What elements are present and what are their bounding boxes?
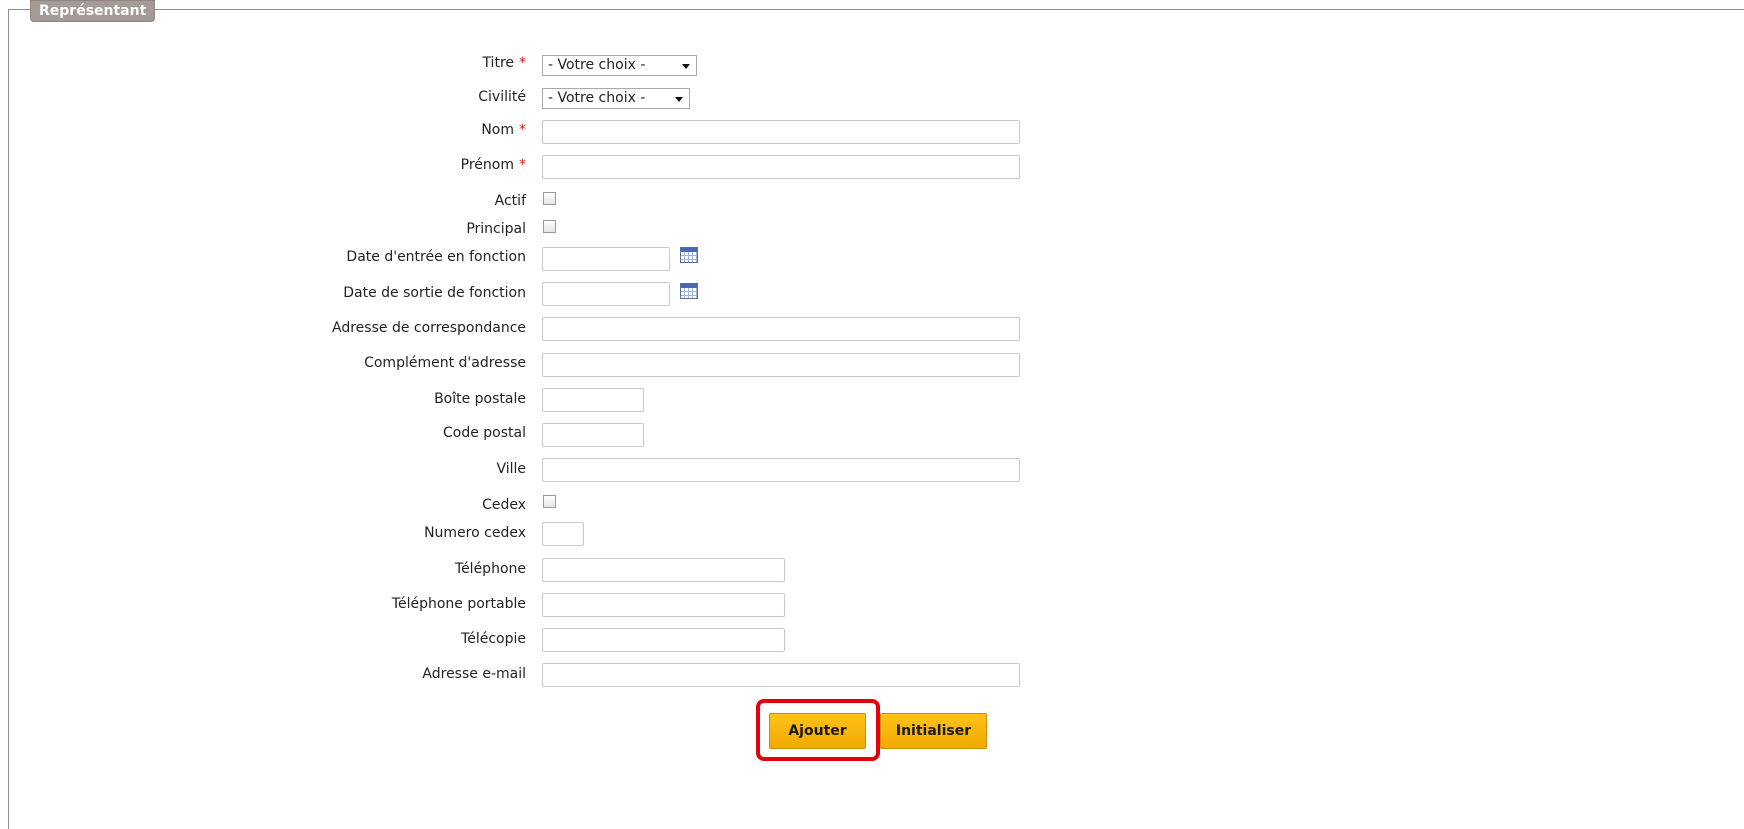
date-sortie-input[interactable] <box>542 282 670 306</box>
numero-cedex-label: Numero cedex <box>424 524 526 542</box>
prenom-label: Prénom * <box>461 156 526 174</box>
complement-label: Complément d'adresse <box>364 354 526 372</box>
cedex-label: Cedex <box>482 496 526 514</box>
date-entree-label: Date d'entrée en fonction <box>346 248 526 266</box>
actif-checkbox[interactable] <box>543 192 556 205</box>
initialiser-button[interactable]: Initialiser <box>880 713 987 749</box>
adresse-label-text: Adresse de correspondance <box>332 320 526 336</box>
actif-label-text: Actif <box>494 193 526 209</box>
principal-label-text: Principal <box>466 221 526 237</box>
boite-postale-label-text: Boîte postale <box>434 391 526 407</box>
titre-label-text: Titre <box>482 55 514 71</box>
civilite-select-value: - Votre choix - <box>548 90 646 106</box>
nom-input[interactable] <box>542 120 1020 144</box>
nom-label-text: Nom <box>481 122 514 138</box>
required-marker: * <box>519 157 526 173</box>
boite-postale-input[interactable] <box>542 388 644 412</box>
civilite-label-text: Civilité <box>478 89 526 105</box>
telecopie-input[interactable] <box>542 628 785 652</box>
adresse-input[interactable] <box>542 317 1020 341</box>
date-sortie-label: Date de sortie de fonction <box>343 284 526 302</box>
email-label-text: Adresse e-mail <box>422 666 526 682</box>
actif-label: Actif <box>495 192 526 210</box>
date-sortie-label-text: Date de sortie de fonction <box>343 285 526 301</box>
telephone-portable-label-text: Téléphone portable <box>391 596 526 612</box>
principal-checkbox[interactable] <box>543 220 556 233</box>
prenom-input[interactable] <box>542 155 1020 179</box>
telephone-label-text: Téléphone <box>454 561 526 577</box>
boite-postale-label: Boîte postale <box>434 390 526 408</box>
chevron-down-icon <box>682 64 690 69</box>
calendar-icon[interactable] <box>680 247 698 263</box>
numero-cedex-input[interactable] <box>542 522 584 546</box>
prenom-label-text: Prénom <box>460 157 514 173</box>
required-marker: * <box>519 122 526 138</box>
code-postal-label-text: Code postal <box>443 425 526 441</box>
code-postal-input[interactable] <box>542 423 644 447</box>
titre-select-value: - Votre choix - <box>548 57 646 73</box>
ville-label: Ville <box>496 460 526 478</box>
code-postal-label: Code postal <box>443 424 526 442</box>
ville-label-text: Ville <box>496 461 526 477</box>
email-label: Adresse e-mail <box>422 665 526 683</box>
date-entree-input[interactable] <box>542 247 670 271</box>
date-entree-label-text: Date d'entrée en fonction <box>346 249 526 265</box>
principal-label: Principal <box>466 220 526 238</box>
complement-input[interactable] <box>542 353 1020 377</box>
numero-cedex-label-text: Numero cedex <box>424 525 526 541</box>
email-input[interactable] <box>542 663 1020 687</box>
nom-label: Nom * <box>481 121 526 139</box>
cedex-checkbox[interactable] <box>543 495 556 508</box>
telephone-portable-input[interactable] <box>542 593 785 617</box>
complement-label-text: Complément d'adresse <box>364 355 526 371</box>
telecopie-label: Télécopie <box>461 630 526 648</box>
required-marker: * <box>519 55 526 71</box>
telephone-input[interactable] <box>542 558 785 582</box>
ajouter-highlight-box <box>756 699 880 761</box>
titre-label: Titre * <box>482 54 526 72</box>
cedex-label-text: Cedex <box>482 497 526 513</box>
calendar-icon[interactable] <box>680 283 698 299</box>
telephone-label: Téléphone <box>455 560 526 578</box>
chevron-down-icon <box>675 97 683 102</box>
telephone-portable-label: Téléphone portable <box>392 595 526 613</box>
fieldset-legend: Représentant <box>30 0 156 22</box>
ville-input[interactable] <box>542 458 1020 482</box>
civilite-select[interactable]: - Votre choix - <box>542 88 690 109</box>
titre-select[interactable]: - Votre choix - <box>542 55 697 76</box>
adresse-label: Adresse de correspondance <box>332 319 526 337</box>
telecopie-label-text: Télécopie <box>461 631 526 647</box>
civilite-label: Civilité <box>478 88 526 106</box>
